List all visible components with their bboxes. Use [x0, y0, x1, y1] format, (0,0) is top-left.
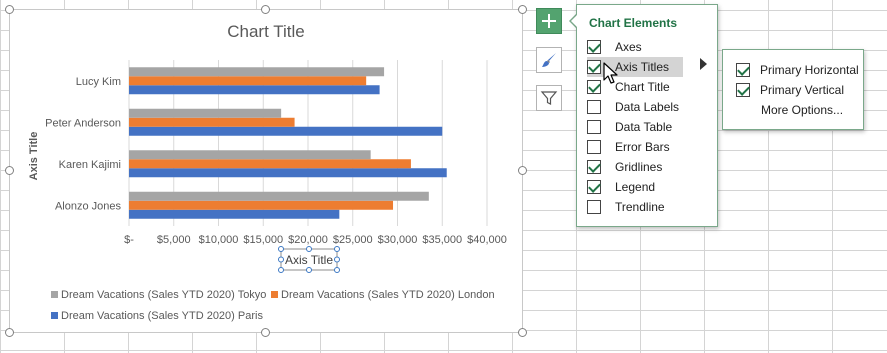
checkbox[interactable] [587, 100, 601, 114]
legend[interactable]: Dream Vacations (Sales YTD 2020) Tokyo D… [51, 289, 495, 322]
chart-element-label: Gridlines [615, 160, 663, 174]
bar[interactable] [129, 209, 340, 219]
bar[interactable] [129, 200, 394, 210]
checkbox[interactable] [587, 140, 601, 154]
chart-element-axes[interactable]: Axes [587, 37, 683, 57]
chart-element-gridlines[interactable]: Gridlines [587, 157, 683, 177]
x-tick-label: $30,000 [378, 234, 418, 246]
x-axis-title-box[interactable]: Axis Title [278, 246, 340, 273]
bars [129, 67, 447, 219]
legend-label-paris: Dream Vacations (Sales YTD 2020) Paris [61, 310, 263, 322]
axis-titles-submenu: Primary Horizontal Primary Vertical More… [722, 49, 864, 130]
chart-element-data-labels[interactable]: Data Labels [587, 97, 683, 117]
chart-element-label: Legend [615, 180, 656, 194]
checkbox[interactable] [587, 120, 601, 134]
bar[interactable] [129, 117, 295, 127]
mouse-pointer-icon [603, 62, 618, 84]
checkbox[interactable] [587, 80, 601, 94]
chart-element-label: Axis Titles [615, 60, 670, 74]
legend-label-london: Dream Vacations (Sales YTD 2020) London [281, 289, 495, 301]
resize-handle-top-right[interactable] [518, 5, 527, 14]
chart-element-label: Trendline [615, 200, 665, 214]
x-tick-label: $40,000 [467, 234, 507, 246]
category-label: Lucy Kim [76, 76, 121, 88]
more-options-link[interactable]: More Options... [761, 100, 843, 120]
submenu-item-primary-vertical[interactable]: Primary Vertical [736, 80, 844, 100]
plus-icon [542, 14, 556, 28]
chart-title[interactable]: Chart Title [227, 22, 304, 41]
chart-element-label: Axes [615, 40, 642, 54]
chart-elements-button[interactable] [536, 8, 562, 34]
flyout-title: Chart Elements [589, 16, 678, 30]
chart-elements-flyout: Chart Elements Axes Axis Titles Chart Titl… [576, 4, 718, 227]
resize-handle-top[interactable] [261, 5, 270, 14]
checkbox[interactable] [587, 200, 601, 214]
x-tick-label: $25,000 [333, 234, 373, 246]
bar[interactable] [129, 191, 429, 201]
legend-label-tokyo: Dream Vacations (Sales YTD 2020) Tokyo [61, 289, 266, 301]
chart-element-data-table[interactable]: Data Table [587, 117, 683, 137]
bar[interactable] [129, 108, 282, 118]
x-tick-label: $20,000 [288, 234, 328, 246]
bar[interactable] [129, 168, 447, 178]
chart-filters-button[interactable] [536, 85, 562, 111]
chart-element-label: Data Labels [615, 100, 680, 114]
checkbox[interactable] [587, 40, 601, 54]
resize-handle-left[interactable] [5, 166, 14, 175]
brush-icon [542, 53, 556, 67]
x-tick-label: $35,000 [422, 234, 462, 246]
funnel-icon [540, 91, 558, 105]
x-tick-label: $- [124, 234, 134, 246]
bar-chart[interactable]: Alonzo Jones Karen Kajimi Peter Anderson Lu… [10, 10, 524, 334]
chart-element-error-bars[interactable]: Error Bars [587, 137, 683, 157]
category-label: Karen Kajimi [59, 159, 121, 171]
x-tick-label: $5,000 [157, 234, 191, 246]
checkbox[interactable] [736, 63, 750, 77]
resize-handle-bottom[interactable] [261, 328, 270, 337]
category-label: Peter Anderson [45, 117, 121, 129]
bar[interactable] [129, 159, 411, 169]
legend-swatch-tokyo [51, 291, 58, 298]
category-labels: Alonzo Jones Karen Kajimi Peter Anderson Lu… [45, 76, 121, 213]
chart-element-legend[interactable]: Legend [587, 177, 683, 197]
checkbox[interactable] [587, 180, 601, 194]
checkbox[interactable] [736, 83, 750, 97]
chart-element-label: Error Bars [615, 140, 670, 154]
x-tick-label: $15,000 [243, 234, 283, 246]
chart-element-chart-title[interactable]: Chart Title [587, 77, 683, 97]
chart-area[interactable]: Alonzo Jones Karen Kajimi Peter Anderson Lu… [9, 9, 523, 333]
chart-element-label: Data Table [615, 120, 673, 134]
submenu-item-label: Primary Horizontal [760, 63, 859, 77]
resize-handle-right[interactable] [518, 166, 527, 175]
chart-element-axis-titles[interactable]: Axis Titles [587, 57, 683, 77]
checkbox[interactable] [587, 60, 601, 74]
resize-handle-bottom-left[interactable] [5, 328, 14, 337]
bar[interactable] [129, 85, 380, 95]
x-axis-title[interactable]: Axis Title [285, 253, 333, 267]
checkbox[interactable] [587, 160, 601, 174]
resize-handle-top-left[interactable] [5, 5, 14, 14]
resize-handle-bottom-right[interactable] [518, 328, 527, 337]
bar[interactable] [129, 150, 371, 160]
submenu-item-primary-horizontal[interactable]: Primary Horizontal [736, 60, 859, 80]
legend-swatch-london [271, 291, 278, 298]
chart-element-label: Chart Title [615, 80, 670, 94]
y-axis-title[interactable]: Axis Title [28, 132, 40, 181]
x-tick-labels: $- $5,000 $10,000 $15,000 $20,000 $25,000 $30,… [124, 234, 507, 246]
x-tick-label: $10,000 [199, 234, 239, 246]
chart-element-trendline[interactable]: Trendline [587, 197, 683, 217]
submenu-item-label: Primary Vertical [760, 83, 845, 97]
category-label: Alonzo Jones [55, 200, 122, 212]
more-options-label: More Options... [761, 103, 844, 117]
chart-styles-button[interactable] [536, 47, 562, 73]
legend-swatch-paris [51, 312, 58, 319]
bar[interactable] [129, 67, 385, 77]
submenu-arrow-icon[interactable] [700, 58, 707, 70]
bar[interactable] [129, 126, 443, 136]
bar[interactable] [129, 76, 367, 86]
